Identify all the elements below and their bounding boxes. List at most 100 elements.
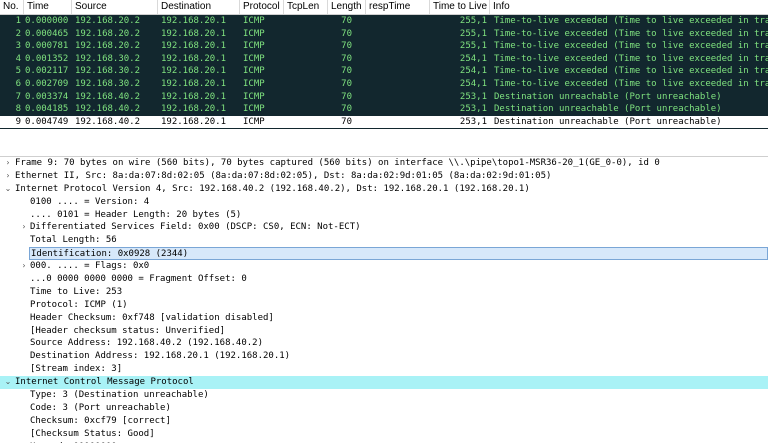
column-header-length[interactable]: Length xyxy=(328,0,366,14)
tree-node[interactable]: Source Address: 192.168.40.2 (192.168.40… xyxy=(0,337,768,350)
packet-destination: 192.168.20.1 xyxy=(161,53,227,64)
packet-destination: 192.168.20.1 xyxy=(161,104,227,115)
tree-node-label: Ethernet II, Src: 8a:da:07:8d:02:05 (8a:… xyxy=(15,170,552,181)
tree-node-label: Internet Protocol Version 4, Src: 192.16… xyxy=(15,183,530,194)
packet-length: 70 xyxy=(341,41,352,52)
packet-protocol: ICMP xyxy=(243,116,265,127)
packet-no: 7 xyxy=(15,91,21,102)
tree-node[interactable]: Time to Live: 253 xyxy=(0,286,768,299)
packet-row[interactable]: 4 0.001352 192.168.30.2 192.168.20.1 ICMP 70 2… xyxy=(0,53,768,66)
column-header-tcplen[interactable]: TcpLen xyxy=(284,0,328,14)
packet-row[interactable]: 2 0.000465 192.168.20.2 192.168.20.1 ICMP 70 2… xyxy=(0,28,768,41)
tree-node[interactable]: Destination Address: 192.168.20.1 (192.1… xyxy=(0,350,768,363)
packet-ttl: 255,1 xyxy=(459,28,487,39)
tree-node-label: Header Checksum: 0xf748 [validation disa… xyxy=(30,312,274,323)
tree-node[interactable]: ...0 0000 0000 0000 = Fragment Offset: 0 xyxy=(0,273,768,286)
tree-node[interactable]: Checksum: 0xcf79 [correct] xyxy=(0,415,768,428)
column-header-no[interactable]: No. xyxy=(0,0,24,14)
tree-node[interactable]: › 000. .... = Flags: 0x0 xyxy=(0,260,768,273)
packet-list[interactable]: No. Time Source Destination Protocol Tcp… xyxy=(0,0,768,129)
tree-node[interactable]: ⌄ Internet Control Message Protocol xyxy=(0,376,768,390)
tree-node[interactable]: Type: 3 (Destination unreachable) xyxy=(0,389,768,402)
tree-node-label: Internet Control Message Protocol xyxy=(15,377,194,388)
tree-node[interactable]: Identification: 0x0928 (2344) xyxy=(29,247,768,261)
tree-node-label: Destination Address: 192.168.20.1 (192.1… xyxy=(30,351,291,362)
packet-protocol: ICMP xyxy=(243,78,265,89)
packet-row[interactable]: 5 0.002117 192.168.30.2 192.168.20.1 ICMP 70 2… xyxy=(0,65,768,78)
packet-details-tree[interactable]: › Frame 9: 70 bytes on wire (560 bits), 7… xyxy=(0,157,768,443)
packet-row[interactable]: 6 0.002709 192.168.30.2 192.168.20.1 ICMP 70 2… xyxy=(0,78,768,91)
pane-splitter[interactable] xyxy=(0,129,768,157)
column-header-source[interactable]: Source xyxy=(72,0,158,14)
tree-node[interactable]: 0100 .... = Version: 4 xyxy=(0,196,768,209)
packet-row[interactable]: 8 0.004185 192.168.40.2 192.168.20.1 ICMP 70 2… xyxy=(0,103,768,116)
packet-row[interactable]: 1 0.000000 192.168.20.2 192.168.20.1 ICMP 70 2… xyxy=(0,15,768,28)
packet-source: 192.168.40.2 xyxy=(75,116,141,127)
column-header-ttl[interactable]: Time to Live xyxy=(430,0,490,14)
tree-node[interactable]: › Differentiated Services Field: 0x00 (DS… xyxy=(0,221,768,234)
tree-node[interactable]: [Stream index: 3] xyxy=(0,363,768,376)
packet-length: 70 xyxy=(341,104,352,115)
packet-info: Destination unreachable (Port unreachabl… xyxy=(494,116,722,127)
tree-node[interactable]: › Frame 9: 70 bytes on wire (560 bits), 7… xyxy=(0,157,768,170)
packet-source: 192.168.40.2 xyxy=(75,91,141,102)
tree-node-label: Protocol: ICMP (1) xyxy=(30,299,128,310)
packet-protocol: ICMP xyxy=(243,16,265,26)
packet-ttl: 255,1 xyxy=(459,16,487,26)
tree-node-label: .... 0101 = Header Length: 20 bytes (5) xyxy=(30,209,242,220)
packet-ttl: 255,1 xyxy=(459,41,487,52)
packet-info: Time-to-live exceeded (Time to live exce… xyxy=(494,41,768,52)
tree-node[interactable]: [Checksum Status: Good] xyxy=(0,428,768,441)
packet-source: 192.168.20.2 xyxy=(75,16,141,26)
tree-node-label: Frame 9: 70 bytes on wire (560 bits), 70… xyxy=(15,158,660,168)
packet-time: 0.002709 xyxy=(25,78,69,89)
packet-info: Destination unreachable (Port unreachabl… xyxy=(494,104,722,115)
packet-no: 8 xyxy=(15,104,21,115)
packet-time: 0.000465 xyxy=(25,28,69,39)
packet-length: 70 xyxy=(341,66,352,77)
column-header-protocol[interactable]: Protocol xyxy=(240,0,284,14)
tree-node-label: Code: 3 (Port unreachable) xyxy=(30,402,171,413)
column-header-time[interactable]: Time xyxy=(24,0,72,14)
tree-node-label: Time to Live: 253 xyxy=(30,286,123,297)
tree-node-label: [Header checksum status: Unverified] xyxy=(30,325,226,336)
packet-destination: 192.168.20.1 xyxy=(161,116,227,127)
packet-length: 70 xyxy=(341,53,352,64)
packet-time: 0.004749 xyxy=(25,116,69,127)
packet-protocol: ICMP xyxy=(243,104,265,115)
packet-no: 2 xyxy=(15,28,21,39)
tree-node[interactable]: Code: 3 (Port unreachable) xyxy=(0,402,768,415)
chevron-down-icon[interactable]: ⌄ xyxy=(3,376,13,389)
column-header-resptime[interactable]: respTime xyxy=(366,0,430,14)
packet-source: 192.168.30.2 xyxy=(75,66,141,77)
packet-destination: 192.168.20.1 xyxy=(161,66,227,77)
packet-time: 0.002117 xyxy=(25,66,69,77)
column-header-info[interactable]: Info xyxy=(490,0,768,14)
chevron-down-icon[interactable]: ⌄ xyxy=(3,183,13,196)
tree-node-label: 0100 .... = Version: 4 xyxy=(30,196,150,207)
wireshark-window: No. Time Source Destination Protocol Tcp… xyxy=(0,0,768,443)
tree-node[interactable]: Total Length: 56 xyxy=(0,234,768,247)
packet-row[interactable]: 9 0.004749 192.168.40.2 192.168.20.1 ICMP 70 2… xyxy=(0,115,768,129)
packet-info: Time-to-live exceeded (Time to live exce… xyxy=(494,28,768,39)
tree-node[interactable]: Header Checksum: 0xf748 [validation disa… xyxy=(0,312,768,325)
tree-node[interactable]: ⌄ Internet Protocol Version 4, Src: 192.1… xyxy=(0,183,768,196)
packet-destination: 192.168.20.1 xyxy=(161,16,227,26)
column-header-destination[interactable]: Destination xyxy=(158,0,240,14)
tree-node-label: ...0 0000 0000 0000 = Fragment Offset: 0 xyxy=(30,274,247,285)
chevron-right-icon[interactable]: › xyxy=(19,221,29,234)
packet-row[interactable]: 3 0.000781 192.168.20.2 192.168.20.1 ICMP 70 2… xyxy=(0,40,768,53)
tree-node[interactable]: [Header checksum status: Unverified] xyxy=(0,325,768,338)
packet-row[interactable]: 7 0.003374 192.168.40.2 192.168.20.1 ICMP 70 2… xyxy=(0,91,768,104)
tree-node[interactable]: .... 0101 = Header Length: 20 bytes (5) xyxy=(0,209,768,222)
tree-node[interactable]: Protocol: ICMP (1) xyxy=(0,299,768,312)
chevron-right-icon[interactable]: › xyxy=(3,157,13,170)
chevron-right-icon[interactable]: › xyxy=(3,170,13,183)
tree-node[interactable]: › Ethernet II, Src: 8a:da:07:8d:02:05 (8a… xyxy=(0,170,768,183)
chevron-right-icon[interactable]: › xyxy=(19,260,29,273)
tree-node-label: Checksum: 0xcf79 [correct] xyxy=(30,415,171,426)
packet-no: 9 xyxy=(15,116,21,127)
packet-source: 192.168.30.2 xyxy=(75,78,141,89)
packet-info: Destination unreachable (Port unreachabl… xyxy=(494,91,722,102)
packet-length: 70 xyxy=(341,28,352,39)
